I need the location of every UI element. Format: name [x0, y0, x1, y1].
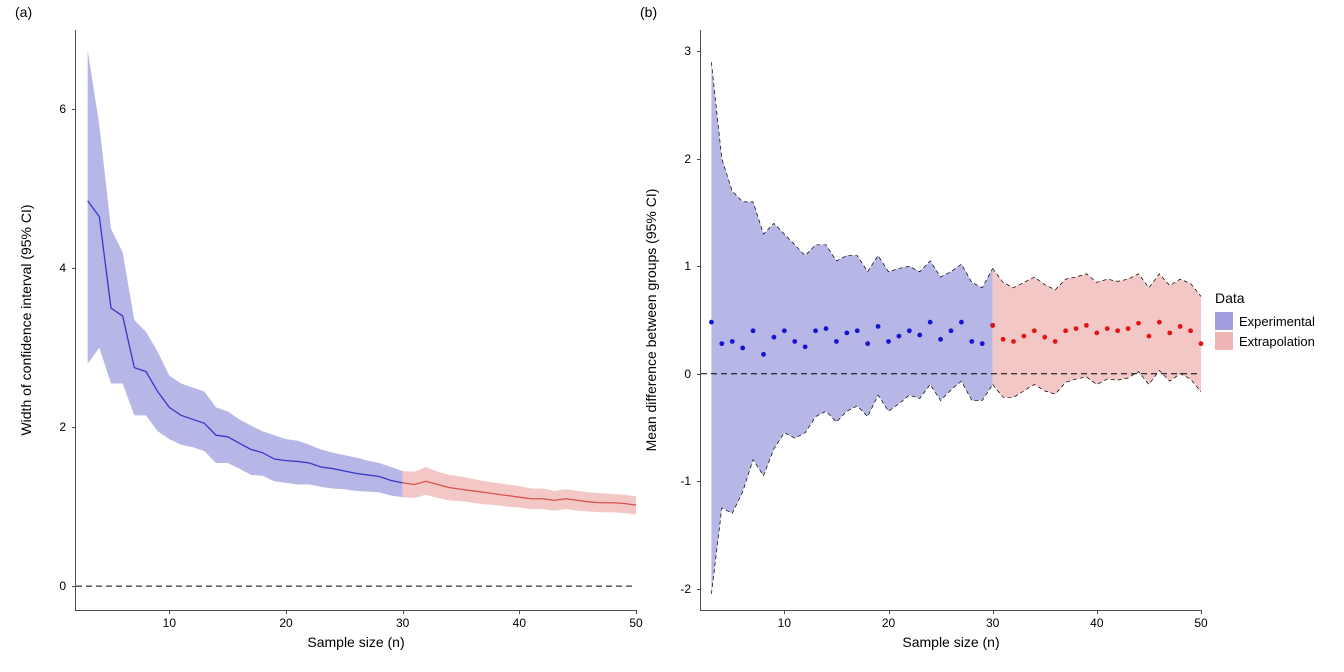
axis-tick: 4 — [59, 261, 66, 275]
legend-item-extrapolation: Extrapolation — [1215, 332, 1315, 350]
axis-tick: 20 — [882, 616, 895, 630]
panel-a-tag: (a) — [15, 4, 32, 20]
axis-tick: 50 — [629, 616, 642, 630]
panel-b-tag: (b) — [640, 4, 657, 20]
axis-tick: 1 — [684, 259, 691, 273]
chart-panel-a: (a) Width of confidence interval (95% CI… — [75, 30, 635, 610]
axis-tick: 30 — [396, 616, 409, 630]
axis-tick: 10 — [163, 616, 176, 630]
legend-label-extrapolation: Extrapolation — [1239, 334, 1315, 349]
axis-tick: 2 — [59, 420, 66, 434]
axis-tick: 0 — [59, 579, 66, 593]
axis-tick: 50 — [1194, 616, 1207, 630]
axis-tick: 3 — [684, 44, 691, 58]
legend-swatch-extrapolation-icon — [1215, 332, 1233, 350]
chart-panel-b: (b) Mean difference between groups (95% … — [700, 30, 1200, 610]
legend-swatch-experimental-icon — [1215, 312, 1233, 330]
legend: Data Experimental Extrapolation — [1215, 290, 1315, 352]
plot-area-a: Width of confidence interval (95% CI) Sa… — [75, 30, 636, 611]
axis-tick: 0 — [684, 367, 691, 381]
legend-label-experimental: Experimental — [1239, 314, 1315, 329]
axis-tick: -2 — [680, 582, 691, 596]
axis-tick: 10 — [778, 616, 791, 630]
legend-title: Data — [1215, 290, 1315, 306]
legend-item-experimental: Experimental — [1215, 312, 1315, 330]
xlabel-b: Sample size (n) — [902, 634, 999, 650]
svg-layer-a — [76, 30, 636, 610]
axis-tick: 40 — [1090, 616, 1103, 630]
figure-panel: (a) Width of confidence interval (95% CI… — [0, 0, 1344, 672]
ylabel-a: Width of confidence interval (95% CI) — [18, 204, 34, 435]
plot-area-b: Mean difference between groups (95% CI) … — [700, 30, 1201, 611]
axis-tick: 20 — [279, 616, 292, 630]
ylabel-b: Mean difference between groups (95% CI) — [643, 189, 659, 452]
axis-tick: 30 — [986, 616, 999, 630]
xlabel-a: Sample size (n) — [307, 634, 404, 650]
axis-tick: -1 — [680, 474, 691, 488]
axis-tick: 2 — [684, 152, 691, 166]
svg-layer-b — [701, 30, 1201, 610]
axis-tick: 6 — [59, 102, 66, 116]
axis-tick: 40 — [513, 616, 526, 630]
